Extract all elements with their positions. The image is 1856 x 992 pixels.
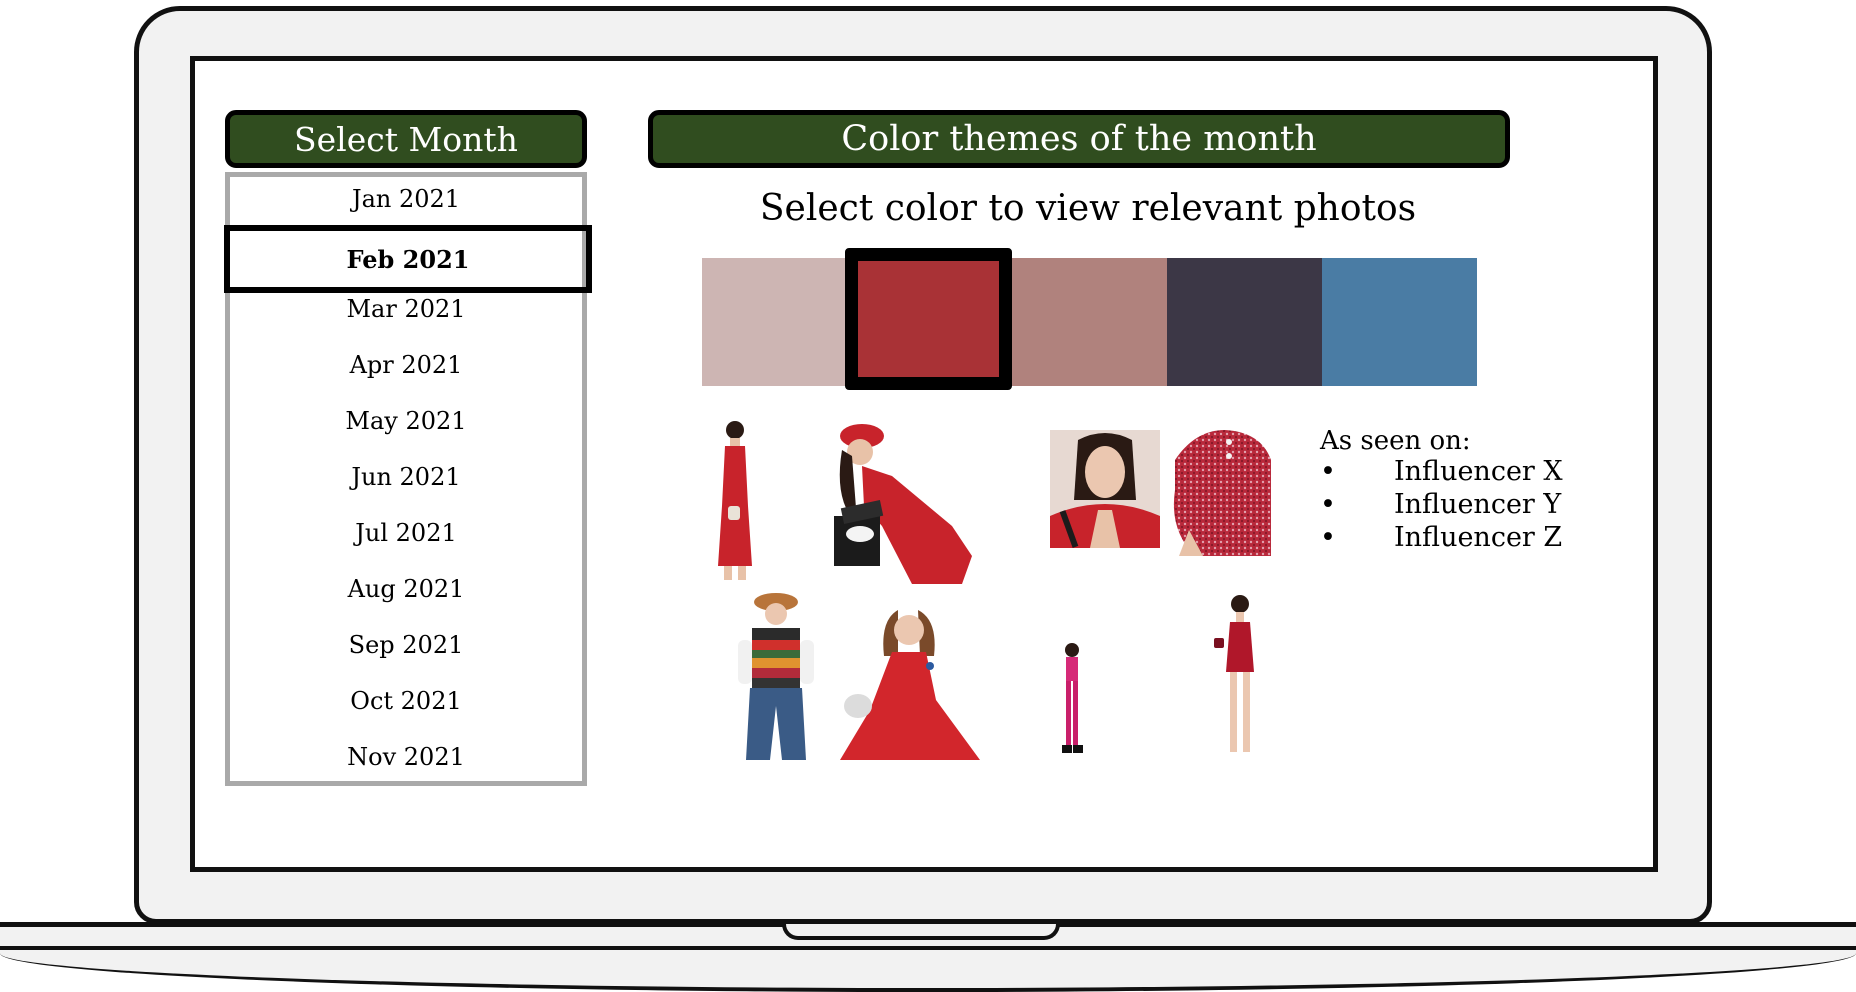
color-swatch[interactable] [845, 248, 1012, 390]
color-swatch[interactable] [1322, 258, 1477, 386]
month-item[interactable]: Mar 2021 [230, 281, 582, 337]
photo-red-tweed-top[interactable] [1165, 420, 1271, 556]
color-swatch[interactable] [1012, 258, 1167, 386]
laptop-base [0, 946, 1856, 992]
influencer-item[interactable]: • Influencer Z [1320, 522, 1562, 553]
month-item[interactable]: Oct 2021 [230, 673, 582, 729]
influencer-name: Influencer Z [1394, 522, 1563, 553]
select-month-header: Select Month [225, 110, 587, 168]
color-swatch[interactable] [702, 258, 857, 386]
bullet: • [1320, 489, 1336, 520]
color-swatch[interactable] [1167, 258, 1322, 386]
photo-red-dress-with-box[interactable] [812, 416, 980, 584]
bullet: • [1320, 456, 1336, 487]
select-color-instruction: Select color to view relevant photos [759, 188, 1417, 229]
photo-red-maxi-dress[interactable] [700, 416, 770, 584]
color-themes-header: Color themes of the month [648, 110, 1510, 168]
month-item[interactable]: Jun 2021 [230, 449, 582, 505]
photo-pink-sportswear[interactable] [1052, 640, 1092, 766]
month-list[interactable]: Jan 2021 Feb 2021 Mar 2021 Apr 2021 May 2021… [224, 171, 592, 786]
influencer-item[interactable]: • Influencer X [1320, 456, 1563, 487]
photo-red-jacket-portrait[interactable] [1050, 430, 1160, 548]
influencer-item[interactable]: • Influencer Y [1320, 489, 1561, 520]
photo-red-mini-dress[interactable] [1210, 590, 1270, 762]
influencer-name: Influencer X [1394, 456, 1563, 487]
bullet: • [1320, 522, 1336, 553]
month-item[interactable]: Jul 2021 [230, 505, 582, 561]
photo-red-flowy-dress[interactable] [840, 610, 980, 762]
as-seen-on-label: As seen on: [1320, 426, 1471, 456]
laptop-notch [782, 924, 1060, 940]
month-item[interactable]: Nov 2021 [230, 729, 582, 785]
photo-striped-knit-jeans[interactable] [728, 588, 824, 760]
month-item[interactable]: Sep 2021 [230, 617, 582, 673]
month-item[interactable]: Jan 2021 [230, 171, 582, 227]
month-item[interactable]: Apr 2021 [230, 337, 582, 393]
month-item[interactable]: May 2021 [230, 393, 582, 449]
influencer-name: Influencer Y [1394, 489, 1562, 520]
month-item[interactable]: Aug 2021 [230, 561, 582, 617]
